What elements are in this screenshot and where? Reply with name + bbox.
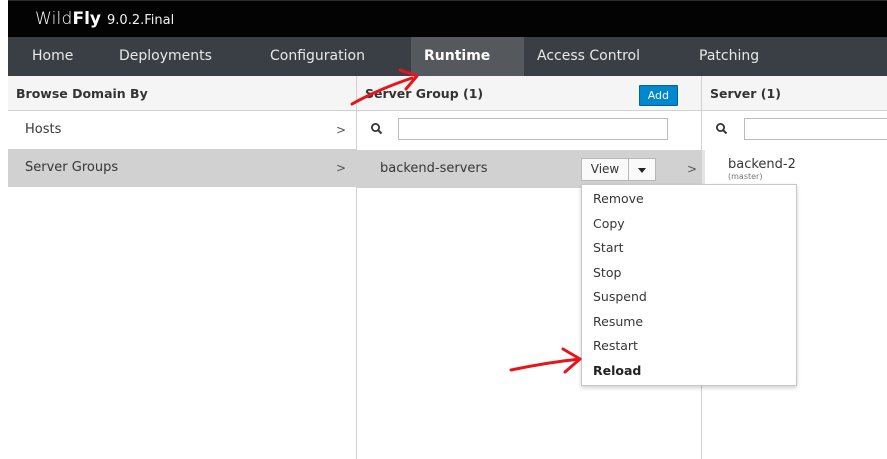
nav-access-control[interactable]: Access Control xyxy=(524,37,653,76)
menu-item-copy[interactable]: Copy xyxy=(582,212,796,237)
server-row-indicator xyxy=(702,150,705,188)
chevron-right-icon: > xyxy=(335,123,346,137)
caret-down-icon xyxy=(638,168,646,173)
server-group-row[interactable]: backend-servers View > xyxy=(357,150,701,188)
browse-domain-column: Browse Domain By Hosts > Server Groups > xyxy=(8,76,357,459)
browse-item-label: Hosts xyxy=(25,122,62,137)
browse-item-label: Server Groups xyxy=(25,160,119,175)
app-version: 9.0.2.Final xyxy=(107,13,175,28)
nav-configuration[interactable]: Configuration xyxy=(257,37,378,76)
left-frame-margin xyxy=(0,0,8,459)
browse-item-server-groups[interactable]: Server Groups > xyxy=(8,149,356,187)
add-server-group-button[interactable]: Add xyxy=(638,85,678,106)
menu-item-restart[interactable]: Restart xyxy=(582,334,796,359)
nav-home[interactable]: Home xyxy=(19,37,86,76)
server-group-search xyxy=(357,111,701,149)
server-header: Server (1) xyxy=(702,76,887,111)
brand-name-bold: Fly xyxy=(72,9,102,29)
app-logo: WildFly 9.0.2.Final xyxy=(35,9,174,31)
server-group-name: backend-servers xyxy=(380,161,488,176)
search-icon xyxy=(716,123,728,135)
browse-item-hosts[interactable]: Hosts > xyxy=(8,111,356,149)
menu-item-stop[interactable]: Stop xyxy=(582,261,796,286)
brand-name-light: Wild xyxy=(35,9,73,29)
menu-item-resume[interactable]: Resume xyxy=(582,310,796,335)
brand-bar: WildFly 9.0.2.Final xyxy=(8,0,887,38)
main-nav: Home Deployments Configuration Runtime A… xyxy=(8,37,887,77)
browse-domain-header: Browse Domain By xyxy=(8,76,356,111)
server-group-actions-menu: Remove Copy Start Stop Suspend Resume Re… xyxy=(581,184,797,386)
server-host-label: (master) xyxy=(728,172,763,181)
chevron-right-icon: > xyxy=(335,161,346,175)
nav-deployments[interactable]: Deployments xyxy=(106,37,225,76)
nav-runtime[interactable]: Runtime xyxy=(411,37,524,76)
server-group-search-input[interactable] xyxy=(398,118,668,140)
menu-item-remove[interactable]: Remove xyxy=(582,187,796,212)
server-group-title: Server Group (1) xyxy=(365,86,484,101)
server-search-input[interactable] xyxy=(744,118,887,140)
view-button[interactable]: View xyxy=(581,158,629,181)
server-search xyxy=(702,111,887,149)
nav-patching[interactable]: Patching xyxy=(686,37,772,76)
search-icon xyxy=(371,123,383,135)
server-list-item[interactable]: backend-2 (master) xyxy=(728,157,796,182)
server-name: backend-2 xyxy=(728,157,796,172)
chevron-right-icon: > xyxy=(687,162,698,176)
menu-item-suspend[interactable]: Suspend xyxy=(582,285,796,310)
menu-item-start[interactable]: Start xyxy=(582,236,796,261)
menu-item-reload[interactable]: Reload xyxy=(582,359,796,384)
server-group-header: Server Group (1) Add xyxy=(357,76,701,111)
actions-dropdown-toggle[interactable] xyxy=(629,158,656,181)
